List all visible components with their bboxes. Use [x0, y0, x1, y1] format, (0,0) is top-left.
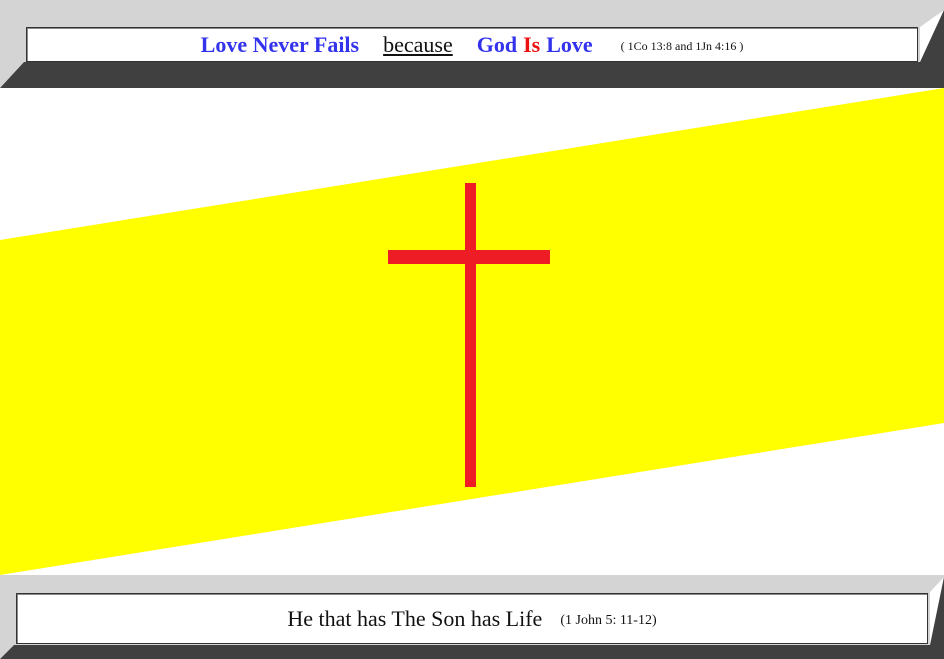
cross-vertical-beam: [465, 183, 476, 487]
slide: Love Never Fails because God Is Love ( 1…: [0, 0, 944, 659]
header-reference: ( 1Co 13:8 and 1Jn 4:16 ): [620, 39, 744, 53]
artwork: [0, 88, 944, 575]
cross-horizontal-beam: [388, 250, 550, 264]
because-text: because: [383, 31, 453, 57]
is-text: Is: [523, 31, 541, 57]
footer-box: He that has The Son has Life (1 John 5: …: [16, 593, 928, 644]
love-text: Love: [546, 31, 593, 57]
header-box: Love Never Fails because God Is Love ( 1…: [26, 27, 918, 62]
love-never-fails-text: Love Never Fails: [200, 31, 360, 57]
god-text: God: [476, 31, 518, 57]
header-line: Love Never Fails because God Is Love ( 1…: [27, 28, 917, 61]
footer-line: He that has The Son has Life (1 John 5: …: [17, 594, 927, 643]
footer-verse-text: He that has The Son has Life: [287, 605, 543, 631]
footer-reference: (1 John 5: 11-12): [560, 612, 657, 628]
